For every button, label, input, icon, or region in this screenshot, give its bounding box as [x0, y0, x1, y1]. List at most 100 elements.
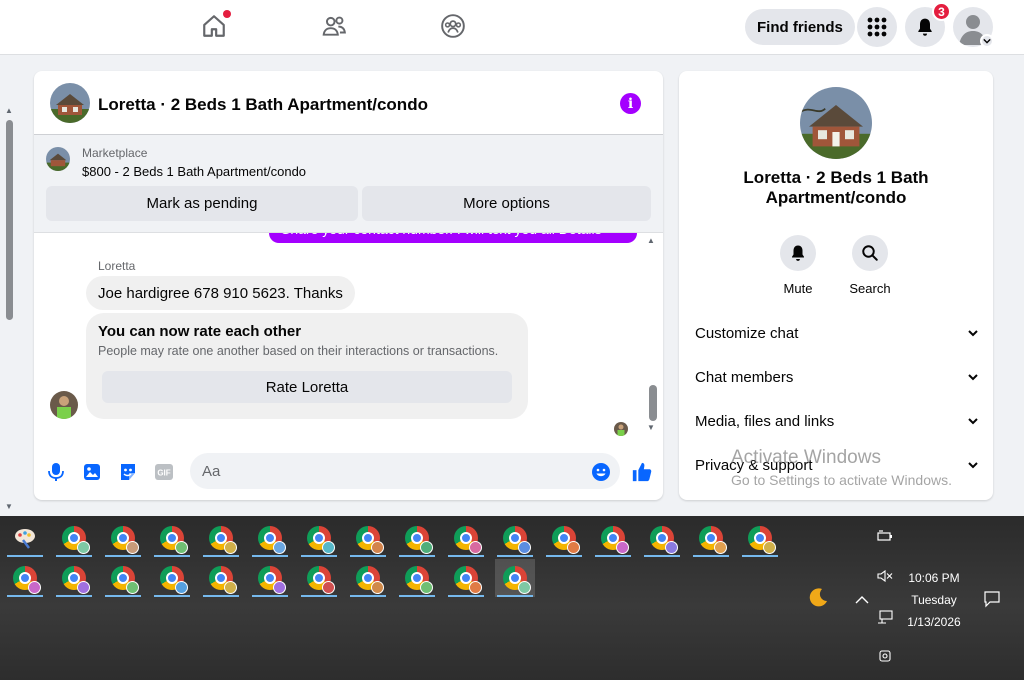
- taskbar-app-chrome-icon[interactable]: [103, 519, 143, 557]
- more-options-button[interactable]: More options: [362, 186, 651, 221]
- taskbar-running-indicator: [252, 555, 288, 557]
- taskbar-running-indicator: [56, 555, 92, 557]
- menu-grid-icon[interactable]: [857, 7, 897, 47]
- taskbar-running-indicator: [203, 595, 239, 597]
- taskbar-app-chrome-icon[interactable]: [495, 519, 535, 557]
- activate-windows-subtext: Go to Settings to activate Windows.: [731, 472, 952, 488]
- network-icon[interactable]: [877, 610, 893, 627]
- taskbar-app-chrome-icon[interactable]: [642, 519, 682, 557]
- taskbar-app-chrome-icon[interactable]: [54, 519, 94, 557]
- thread-scrollbar-thumb[interactable]: [649, 385, 657, 421]
- notifications-bell-icon[interactable]: 3: [905, 2, 951, 47]
- volume-muted-icon[interactable]: [877, 569, 893, 585]
- taskbar-running-indicator: [693, 555, 729, 557]
- scroll-down-arrow-icon[interactable]: ▼: [5, 502, 13, 511]
- rate-card-title: You can now rate each other: [98, 323, 302, 340]
- taskbar-running-indicator: [350, 595, 386, 597]
- taskbar-app-chrome-icon[interactable]: [250, 519, 290, 557]
- mute-action[interactable]: Mute: [768, 235, 828, 296]
- marketplace-listing-bar: Marketplace $800 - 2 Beds 1 Bath Apartme…: [34, 135, 663, 233]
- taskbar-app-chrome-icon[interactable]: [201, 559, 241, 597]
- search-icon[interactable]: [852, 235, 888, 271]
- taskbar-running-indicator: [252, 595, 288, 597]
- taskbar-app-chrome-icon[interactable]: [495, 559, 535, 597]
- friends-icon[interactable]: [320, 12, 348, 40]
- taskbar-running-indicator: [154, 555, 190, 557]
- taskbar-app-chrome-icon[interactable]: [299, 559, 339, 597]
- clock-date: 1/13/2026: [907, 615, 961, 629]
- page-scrollbar-thumb[interactable]: [6, 120, 13, 320]
- groups-icon[interactable]: [439, 12, 467, 40]
- taskbar-running-indicator: [56, 595, 92, 597]
- marketplace-label: Marketplace: [82, 146, 148, 160]
- taskbar-running-indicator: [595, 555, 631, 557]
- customize-chat-row[interactable]: Customize chat: [695, 321, 979, 345]
- chat-members-row[interactable]: Chat members: [695, 365, 979, 389]
- media-files-links-row[interactable]: Media, files and links: [695, 409, 979, 433]
- thread-scroll-up-icon[interactable]: ▲: [647, 236, 655, 245]
- microphone-icon[interactable]: [46, 462, 66, 482]
- taskbar-app-chrome-icon[interactable]: [544, 519, 584, 557]
- taskbar-running-indicator: [350, 555, 386, 557]
- taskbar-running-indicator: [399, 555, 435, 557]
- taskbar-app-chrome-icon[interactable]: [691, 519, 731, 557]
- meet-now-icon[interactable]: [878, 648, 892, 667]
- message-thread: Share your contact number. I will text y…: [34, 233, 663, 443]
- account-chevron-down-icon[interactable]: [980, 34, 994, 48]
- battery-charging-icon[interactable]: [877, 530, 893, 545]
- taskbar-app-chrome-icon[interactable]: [54, 559, 94, 597]
- taskbar-app-chrome-icon[interactable]: [201, 519, 241, 557]
- photo-icon[interactable]: [82, 462, 102, 482]
- activate-windows-watermark: Activate Windows: [731, 447, 881, 468]
- system-clock[interactable]: 10:06 PM Tuesday 1/13/2026: [896, 567, 972, 633]
- top-navigation-bar: Find friends 3: [0, 0, 1024, 55]
- find-friends-button[interactable]: Find friends: [745, 9, 855, 45]
- listing-avatar[interactable]: [50, 83, 90, 123]
- taskbar-app-chrome-icon[interactable]: [397, 519, 437, 557]
- thumbs-up-icon[interactable]: [630, 460, 654, 484]
- action-center-notifications-icon[interactable]: [983, 590, 1001, 611]
- taskbar-app-chrome-icon[interactable]: [397, 559, 437, 597]
- seen-indicator-avatar: [614, 422, 628, 436]
- taskbar-app-chrome-icon[interactable]: [740, 519, 780, 557]
- taskbar-running-indicator: [448, 555, 484, 557]
- taskbar-app-paint-icon[interactable]: [5, 519, 45, 557]
- mute-bell-icon[interactable]: [780, 235, 816, 271]
- search-action[interactable]: Search: [840, 235, 900, 296]
- scroll-up-arrow-icon[interactable]: ▲: [5, 106, 13, 115]
- emoji-icon[interactable]: [591, 462, 611, 482]
- rate-loretta-button[interactable]: Rate Loretta: [102, 371, 512, 403]
- taskbar-app-chrome-icon[interactable]: [299, 519, 339, 557]
- taskbar-running-indicator: [7, 555, 43, 557]
- info-icon[interactable]: i: [620, 93, 641, 114]
- taskbar-app-chrome-icon[interactable]: [446, 519, 486, 557]
- taskbar-app-chrome-icon[interactable]: [5, 559, 45, 597]
- media-files-links-label: Media, files and links: [695, 412, 835, 430]
- taskbar-app-chrome-icon[interactable]: [348, 519, 388, 557]
- sticker-icon[interactable]: [118, 462, 138, 482]
- chevron-down-icon: [968, 374, 978, 381]
- taskbar-app-chrome-icon[interactable]: [593, 519, 633, 557]
- gif-icon[interactable]: GIF: [154, 462, 174, 482]
- taskbar-app-chrome-icon[interactable]: [152, 519, 192, 557]
- listing-price-title[interactable]: $800 - 2 Beds 1 Bath Apartment/condo: [82, 164, 306, 179]
- taskbar-running-indicator: [497, 595, 533, 597]
- mute-label: Mute: [783, 281, 813, 296]
- taskbar-running-indicator: [301, 595, 337, 597]
- panel-listing-avatar[interactable]: [800, 87, 872, 159]
- thread-scroll-down-icon[interactable]: ▼: [647, 423, 655, 432]
- mark-as-pending-button[interactable]: Mark as pending: [46, 186, 358, 221]
- clock-time: 10:06 PM: [908, 571, 960, 585]
- page-scrollbar[interactable]: ▲ ▼: [0, 56, 18, 516]
- home-icon[interactable]: [200, 10, 231, 40]
- show-hidden-icons-chevron-up-icon[interactable]: [855, 592, 869, 608]
- night-light-moon-icon[interactable]: [806, 586, 830, 616]
- taskbar-app-chrome-icon[interactable]: [348, 559, 388, 597]
- listing-thumbnail[interactable]: [46, 147, 70, 171]
- taskbar-app-chrome-icon[interactable]: [446, 559, 486, 597]
- taskbar-app-chrome-icon[interactable]: [103, 559, 143, 597]
- taskbar-app-chrome-icon[interactable]: [250, 559, 290, 597]
- message-input[interactable]: [190, 453, 620, 489]
- sender-avatar[interactable]: [50, 391, 78, 419]
- taskbar-app-chrome-icon[interactable]: [152, 559, 192, 597]
